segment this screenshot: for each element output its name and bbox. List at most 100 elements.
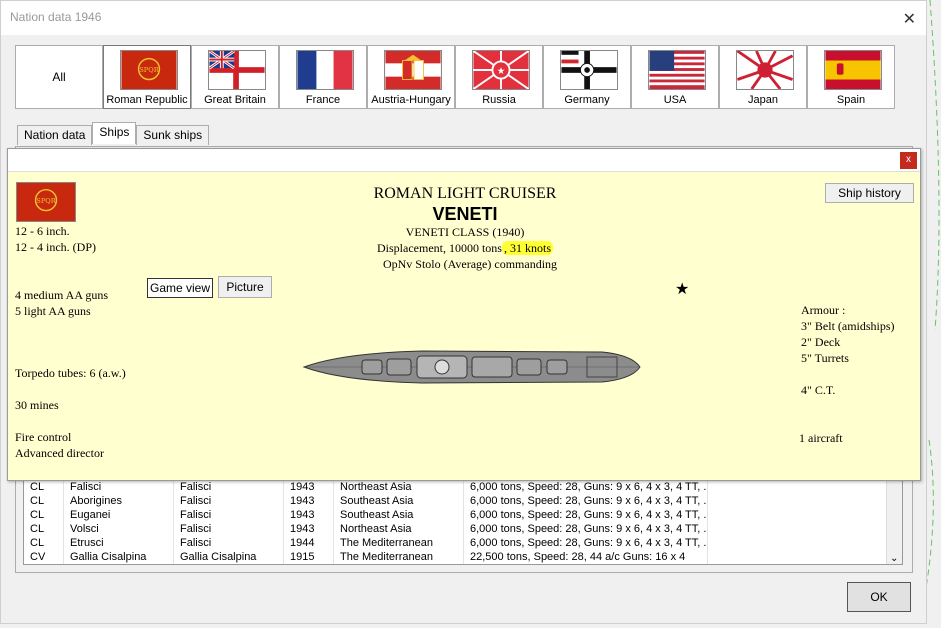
austro-hungarian-flag-icon xyxy=(384,50,442,90)
nation-button-great-britain[interactable]: Great Britain xyxy=(191,45,279,109)
table-row[interactable]: CL Euganei Falisci 1943 Southeast Asia 6,000 … xyxy=(24,508,902,522)
ships-table: CL Falisci Falisci 1943 Northeast Asia 6,000 … xyxy=(23,479,903,565)
ship-name: VENETI xyxy=(432,204,498,224)
table-cell: 6,000 tons, Speed: 28, Guns: 9 x 6, 4 x … xyxy=(464,522,708,536)
nation-label: Germany xyxy=(564,94,610,106)
nation-label: Austria-Hungary xyxy=(371,94,451,106)
aa-light: 5 light AA guns xyxy=(15,304,91,318)
table-cell: Southeast Asia xyxy=(334,508,464,522)
armour-deck: 2" Deck xyxy=(801,335,841,349)
table-cell: The Mediterranean xyxy=(334,536,464,550)
picture-button[interactable]: Picture xyxy=(218,276,272,298)
nation-button-germany[interactable]: Germany xyxy=(543,45,631,109)
table-cell: Falisci xyxy=(174,508,284,522)
table-scrollbar[interactable]: ⌄ xyxy=(886,480,902,564)
table-row[interactable]: CL Aborigines Falisci 1943 Southeast Asia 6,0… xyxy=(24,494,902,508)
tab-nation-data[interactable]: Nation data xyxy=(17,125,93,145)
table-cell: 22,500 tons, Speed: 28, 44 a/c Guns: 16 … xyxy=(464,550,708,564)
subtab-bar: Nation data Ships Sunk ships xyxy=(17,122,210,145)
fire-control: Fire control xyxy=(15,430,72,444)
table-cell: CL xyxy=(24,536,64,550)
british-ensign-icon xyxy=(208,50,266,90)
table-cell: CL xyxy=(24,480,64,494)
chevron-down-icon[interactable]: ⌄ xyxy=(890,553,898,564)
table-cell: Southeast Asia xyxy=(334,494,464,508)
displacement: Displacement, 10000 tons xyxy=(377,241,502,255)
armour-turrets: 5" Turrets xyxy=(801,351,849,365)
rising-sun-flag-icon xyxy=(736,50,794,90)
tab-sunk-ships[interactable]: Sunk ships xyxy=(136,125,210,145)
french-flag-icon xyxy=(296,50,354,90)
table-cell: 1943 xyxy=(284,522,334,536)
table-cell: Falisci xyxy=(174,536,284,550)
table-cell: Falisci xyxy=(174,494,284,508)
title-bar: Nation data 1946 ✕ xyxy=(1,1,926,35)
nation-label: All xyxy=(52,70,66,84)
nation-label: Spain xyxy=(836,94,866,106)
svg-text:★: ★ xyxy=(497,66,506,77)
nation-button-russia[interactable]: ★ Russia xyxy=(455,45,543,109)
table-cell: Euganei xyxy=(64,508,174,522)
nation-label: Roman Republic xyxy=(106,94,188,106)
armour-belt: 3" Belt (amidships) xyxy=(801,319,895,333)
spanish-flag-icon xyxy=(824,50,882,90)
table-cell: 6,000 tons, Speed: 28, Guns: 9 x 6, 4 x … xyxy=(464,494,708,508)
nation-button-spain[interactable]: Spain xyxy=(807,45,895,109)
torpedo-tubes: Torpedo tubes: 6 (a.w.) xyxy=(15,366,126,380)
nation-button-france[interactable]: France xyxy=(279,45,367,109)
nation-label: France xyxy=(305,94,341,106)
ok-button[interactable]: OK xyxy=(847,582,911,612)
table-row[interactable]: CV Gallia Cisalpina Gallia Cisalpina 1915 Th… xyxy=(24,550,902,564)
table-cell: 1943 xyxy=(284,508,334,522)
nation-button-all[interactable]: All xyxy=(15,45,103,109)
table-cell: CL xyxy=(24,494,64,508)
table-row[interactable]: CL Falisci Falisci 1943 Northeast Asia 6,000 … xyxy=(24,480,902,494)
ship-class: VENETI CLASS (1940) xyxy=(405,225,525,239)
table-cell: 6,000 tons, Speed: 28, Guns: 9 x 6, 4 x … xyxy=(464,480,708,494)
game-view-button[interactable]: Game view xyxy=(147,278,213,298)
window-title: Nation data 1946 xyxy=(10,10,102,24)
table-cell: 1943 xyxy=(284,494,334,508)
table-cell: CL xyxy=(24,522,64,536)
ship-detail-popup: x SPQR ROMAN LIGHT CRUISER VENETI VENETI… xyxy=(7,148,921,481)
table-cell-empty xyxy=(708,480,888,494)
commander: OpNv Stolo (Average) commanding xyxy=(382,257,558,271)
us-flag-icon xyxy=(648,50,706,90)
table-cell-empty xyxy=(708,536,888,550)
nation-button-roman-republic[interactable]: SPQR Roman Republic xyxy=(103,45,191,109)
mines: 30 mines xyxy=(15,398,59,412)
table-cell: Falisci xyxy=(64,480,174,494)
guns-main: 12 - 6 inch. xyxy=(15,224,70,238)
director: Advanced director xyxy=(15,446,104,460)
ship-history-button[interactable]: Ship history xyxy=(825,183,914,203)
table-cell: CL xyxy=(24,508,64,522)
svg-text:SPQR: SPQR xyxy=(139,66,159,74)
table-row[interactable]: CL Etrusci Falisci 1944 The Mediterranean 6,0… xyxy=(24,536,902,550)
german-war-ensign-icon xyxy=(560,50,618,90)
popup-close-button[interactable]: x xyxy=(900,152,917,169)
nation-label: Great Britain xyxy=(204,94,266,106)
armour-ct: 4" C.T. xyxy=(801,383,836,397)
tab-ships[interactable]: Ships xyxy=(92,122,137,144)
ship-topview-image xyxy=(302,350,641,384)
russian-flag-icon: ★ xyxy=(472,50,530,90)
table-row[interactable]: CL Volsci Falisci 1943 Northeast Asia 6,000 t… xyxy=(24,522,902,536)
table-cell: 1915 xyxy=(284,550,334,564)
nation-button-japan[interactable]: Japan xyxy=(719,45,807,109)
guns-dp: 12 - 4 inch. (DP) xyxy=(15,240,96,254)
armour-title: Armour : xyxy=(801,303,846,317)
roman-flag-icon: SPQR xyxy=(120,50,178,90)
table-cell-empty xyxy=(708,550,888,564)
table-cell-empty xyxy=(708,494,888,508)
window-close-button[interactable]: ✕ xyxy=(903,9,916,29)
table-cell: Falisci xyxy=(174,522,284,536)
ship-type: ROMAN LIGHT CRUISER xyxy=(373,185,557,202)
table-cell: Gallia Cisalpina xyxy=(174,550,284,564)
nation-button-usa[interactable]: USA xyxy=(631,45,719,109)
nation-label: USA xyxy=(663,94,687,106)
table-cell: Falisci xyxy=(174,480,284,494)
table-cell: Etrusci xyxy=(64,536,174,550)
table-cell-empty xyxy=(708,522,888,536)
nation-button-austria-hungary[interactable]: Austria-Hungary xyxy=(367,45,455,109)
nation-label: Russia xyxy=(482,94,516,106)
